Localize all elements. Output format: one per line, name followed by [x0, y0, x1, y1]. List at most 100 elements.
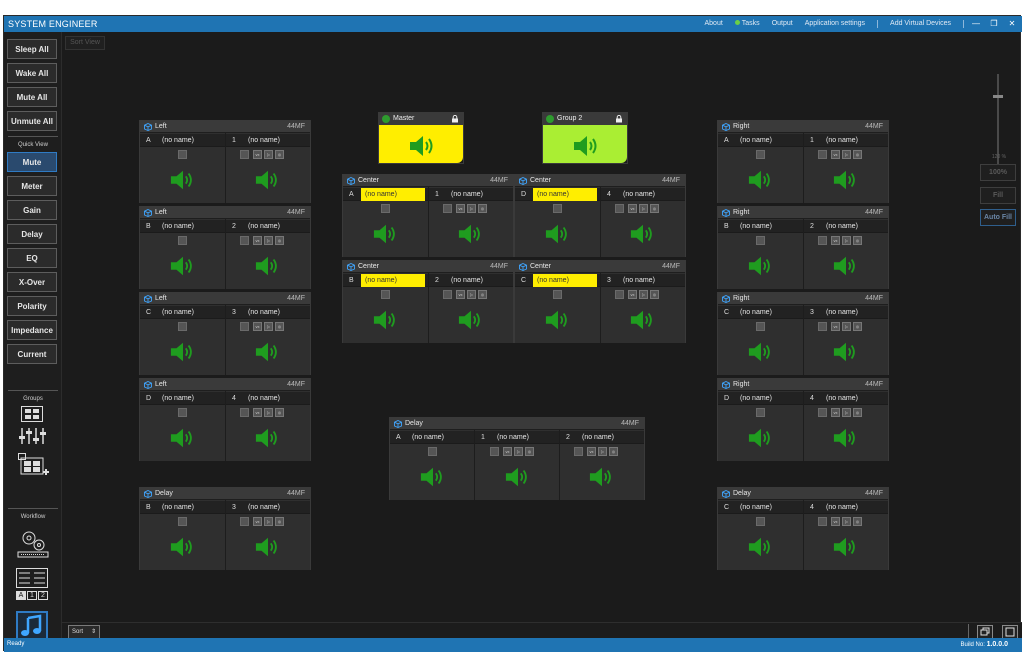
speaker-icon[interactable] [255, 427, 281, 449]
device-header[interactable]: Right 44MF [718, 121, 888, 133]
music-mode-button[interactable] [16, 611, 48, 641]
speaker-icon[interactable] [589, 466, 615, 488]
mute-checkbox[interactable] [178, 322, 187, 331]
quick-view-polarity[interactable]: Polarity [7, 296, 57, 316]
device-panel[interactable]: Center 44MF C (no name) 3 (no name) vx ▷ ◎ [514, 260, 686, 343]
channel-name[interactable]: (no name) [740, 137, 772, 144]
vx-icon[interactable]: vx [587, 447, 596, 456]
mute-checkbox[interactable] [756, 150, 765, 159]
filter-icon[interactable]: ▷ [842, 236, 851, 245]
filter-icon[interactable]: ▷ [842, 150, 851, 159]
device-panel[interactable]: Delay 44MF C (no name) 4 (no name) vx ▷ ◎ [717, 487, 889, 570]
vx-icon[interactable]: vx [253, 150, 262, 159]
vx-icon[interactable]: vx [831, 517, 840, 526]
speaker-icon[interactable] [420, 466, 446, 488]
speaker-icon[interactable] [255, 341, 281, 363]
mute-all-button[interactable]: Mute All [7, 87, 57, 107]
speaker-icon[interactable] [170, 169, 196, 191]
vx-icon[interactable]: vx [831, 236, 840, 245]
filter-icon[interactable]: ▷ [467, 290, 476, 299]
maximize-view-icon[interactable] [1002, 625, 1018, 639]
filter-icon[interactable]: ▷ [264, 408, 273, 417]
device-panel[interactable]: Right 44MF A (no name) 1 (no name) vx ▷ ◎ [717, 120, 889, 203]
device-panel[interactable]: Delay 44MF A (no name) 1 (no name) vx ▷ ◎ 2 (no na… [389, 417, 645, 500]
mute-checkbox[interactable] [756, 236, 765, 245]
mute-checkbox[interactable] [443, 204, 452, 213]
speaker-small-icon[interactable]: ◎ [853, 517, 862, 526]
filter-icon[interactable]: ▷ [639, 290, 648, 299]
channel-name[interactable]: (no name) [248, 223, 280, 230]
device-panel[interactable]: Right 44MF B (no name) 2 (no name) vx ▷ ◎ [717, 206, 889, 289]
vx-icon[interactable]: vx [253, 236, 262, 245]
menu-application-settings[interactable]: Application settings [805, 20, 865, 28]
speaker-icon[interactable] [833, 341, 859, 363]
speaker-small-icon[interactable]: ◎ [853, 236, 862, 245]
channel-name[interactable]: (no name) [826, 504, 858, 511]
quick-view-current[interactable]: Current [7, 344, 57, 364]
filter-icon[interactable]: ▷ [467, 204, 476, 213]
mute-checkbox[interactable] [240, 322, 249, 331]
device-header[interactable]: Right 44MF [718, 379, 888, 391]
speaker-icon[interactable] [748, 255, 774, 277]
device-panel[interactable]: Center 44MF B (no name) 2 (no name) vx ▷ ◎ [342, 260, 514, 343]
mute-checkbox[interactable] [443, 290, 452, 299]
quick-view-meter[interactable]: Meter [7, 176, 57, 196]
settings-gears-icon[interactable] [17, 528, 49, 560]
speaker-icon[interactable] [833, 427, 859, 449]
vx-icon[interactable]: vx [831, 322, 840, 331]
filter-icon[interactable]: ▷ [842, 322, 851, 331]
mute-checkbox[interactable] [240, 150, 249, 159]
vx-icon[interactable]: vx [253, 517, 262, 526]
device-panel[interactable]: Center 44MF A (no name) 1 (no name) vx ▷ ◎ [342, 174, 514, 257]
filter-icon[interactable]: ▷ [842, 408, 851, 417]
speaker-icon[interactable] [545, 309, 571, 331]
device-header[interactable]: Delay 44MF [718, 488, 888, 500]
channel-name[interactable]: (no name) [740, 223, 772, 230]
device-panel[interactable]: Left 44MF C (no name) 3 (no name) vx ▷ ◎ [139, 292, 311, 375]
channel-name[interactable]: (no name) [826, 137, 858, 144]
filter-icon[interactable]: ▷ [842, 517, 851, 526]
vx-icon[interactable]: vx [456, 204, 465, 213]
channel-name[interactable]: (no name) [248, 504, 280, 511]
vx-icon[interactable]: vx [831, 408, 840, 417]
speaker-small-icon[interactable]: ◎ [853, 150, 862, 159]
device-header[interactable]: Left 44MF [140, 207, 310, 219]
speaker-icon[interactable] [458, 223, 484, 245]
device-panel[interactable]: Left 44MF A (no name) 1 (no name) vx ▷ ◎ [139, 120, 311, 203]
channel-name[interactable]: (no name) [451, 191, 483, 198]
channel-name[interactable]: (no name) [740, 504, 772, 511]
device-header[interactable]: Left 44MF [140, 121, 310, 133]
channel-name[interactable]: (no name) [533, 274, 597, 287]
mute-checkbox[interactable] [818, 322, 827, 331]
speaker-icon[interactable] [630, 309, 656, 331]
mute-checkbox[interactable] [490, 447, 499, 456]
minimize-icon[interactable]: — [970, 18, 982, 30]
device-header[interactable]: Left 44MF [140, 379, 310, 391]
close-icon[interactable]: ✕ [1006, 18, 1018, 30]
device-header[interactable]: Left 44MF [140, 293, 310, 305]
channel-name[interactable]: (no name) [497, 434, 529, 441]
mute-checkbox[interactable] [615, 290, 624, 299]
channel-name[interactable]: (no name) [623, 277, 655, 284]
speaker-icon[interactable] [748, 341, 774, 363]
speaker-icon[interactable] [748, 536, 774, 558]
channel-name[interactable]: (no name) [162, 504, 194, 511]
group-master[interactable]: Master [378, 112, 464, 164]
filter-icon[interactable]: ▷ [514, 447, 523, 456]
vx-icon[interactable]: vx [253, 322, 262, 331]
group-body-master[interactable] [379, 125, 463, 163]
channel-name[interactable]: (no name) [826, 309, 858, 316]
mute-checkbox[interactable] [381, 290, 390, 299]
restore-icon[interactable]: ❐ [988, 18, 1000, 30]
quick-view-mute[interactable]: Mute [7, 152, 57, 172]
speaker-icon[interactable] [255, 169, 281, 191]
quick-view-xover[interactable]: X-Over [7, 272, 57, 292]
speaker-icon[interactable] [373, 223, 399, 245]
menu-output[interactable]: Output [772, 20, 793, 28]
channel-name[interactable]: (no name) [826, 223, 858, 230]
device-header[interactable]: Center 44MF [515, 261, 685, 273]
channel-name[interactable]: (no name) [412, 434, 444, 441]
mute-checkbox[interactable] [756, 408, 765, 417]
mute-checkbox[interactable] [553, 290, 562, 299]
channel-name[interactable]: (no name) [533, 188, 597, 201]
